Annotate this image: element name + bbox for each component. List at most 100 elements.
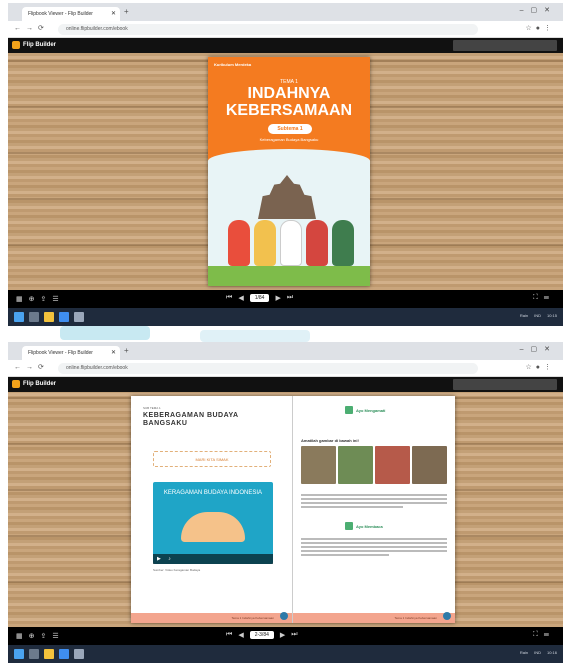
book-cover[interactable]: Kurikulum Merdeka TEMA 1 INDAHNYA KEBERS… (208, 57, 370, 286)
video-caption: Sumber: Video Keragaman Budaya (153, 568, 201, 572)
video-title: KERAGAMAN BUDAYA INDONESIA (163, 490, 263, 496)
toolbar-left-icons[interactable]: ▦⊕⇪☰ (16, 632, 65, 640)
window-controls[interactable]: –▢✕ (520, 345, 557, 353)
address-bar[interactable]: online.flipbuilder.com/ebook (58, 24, 478, 35)
fullscreen-icon[interactable]: ⛶☰ (533, 631, 555, 639)
windows-start-icon[interactable] (14, 649, 24, 659)
footer-text: Tema 1 Indahnya Kebersamaan (394, 616, 437, 620)
taskbar-apps (14, 312, 84, 322)
page-navigation: ⏮ ◀ 1/84 ▶ ⏭ (226, 294, 293, 302)
search-input[interactable] (453, 40, 557, 51)
new-tab-icon[interactable]: + (124, 7, 129, 16)
folder-icon[interactable] (44, 312, 54, 322)
cover-ground (208, 266, 370, 286)
browser-tabbar: Flipbook Viewer - Flip Builder ✕ + –▢✕ (8, 342, 563, 360)
left-page: SUB TEMA 1 KEBERAGAMAN BUDAYA BANGSAKU M… (131, 396, 293, 623)
subtema-tag: SUB TEMA 1 (143, 406, 161, 410)
fullscreen-icon[interactable]: ⛶☰ (533, 294, 555, 302)
app-icon[interactable] (74, 649, 84, 659)
app-logo: Flip Builder (12, 380, 56, 388)
language-indicator[interactable]: IND (534, 313, 541, 318)
child-figure (228, 220, 250, 266)
address-row: ←→⟳ online.flipbuilder.com/ebook ☆●⋮ (8, 21, 563, 38)
last-page-icon[interactable]: ⏭ (287, 294, 293, 302)
cover-subtitle: Keberagaman Budaya Bangsaku (259, 137, 319, 142)
app-icon[interactable] (74, 312, 84, 322)
play-icon[interactable]: ▶ (157, 556, 164, 562)
close-tab-icon[interactable]: ✕ (111, 346, 116, 360)
extension-icons[interactable]: ☆●⋮ (525, 24, 555, 32)
video-player[interactable]: KERAGAMAN BUDAYA INDONESIA ▶ ♪ (153, 482, 273, 564)
footer-text: Tema 1 Indahnya Kebersamaan (231, 616, 274, 620)
tab-title: Flipbook Viewer - Flip Builder (28, 350, 93, 356)
windows-start-icon[interactable] (14, 312, 24, 322)
address-bar[interactable]: online.flipbuilder.com/ebook (58, 363, 478, 374)
address-row: ←→⟳ online.flipbuilder.com/ebook ☆●⋮ (8, 360, 563, 377)
search-icon[interactable] (29, 649, 39, 659)
photo (375, 446, 410, 484)
extension-icons[interactable]: ☆●⋮ (525, 363, 555, 371)
section-title: Ayo Mengamati (356, 407, 386, 413)
photo-strip (301, 446, 447, 484)
weather-status[interactable]: Rain (520, 650, 528, 655)
right-page: Ayo Mengamati Amatilah gambar di bawah i… (293, 396, 455, 623)
background-decoration (200, 330, 310, 342)
book-spread[interactable]: SUB TEMA 1 KEBERAGAMAN BUDAYA BANGSAKU M… (131, 396, 455, 623)
logo-icon (12, 41, 20, 49)
new-tab-icon[interactable]: + (124, 346, 129, 355)
page-footer: Tema 1 Indahnya Kebersamaan (131, 612, 292, 623)
page-indicator[interactable]: 1/84 (249, 294, 270, 302)
flipbook-header: Flip Builder (8, 38, 563, 53)
page-number-badge (280, 612, 288, 620)
browser-tab[interactable]: Flipbook Viewer - Flip Builder ✕ (22, 346, 120, 360)
folder-icon[interactable] (44, 649, 54, 659)
taskbar-apps (14, 649, 84, 659)
prev-page-icon[interactable]: ◀ (238, 294, 243, 302)
logo-icon (12, 380, 20, 388)
browser-tabbar: Flipbook Viewer - Flip Builder ✕ + –▢✕ (8, 3, 563, 21)
cover-publisher: Kurikulum Merdeka (214, 62, 252, 67)
search-input[interactable] (453, 379, 557, 390)
flipbook-toolbar: ▦⊕⇪☰ ⏮ ◀ 1/84 ▶ ⏭ ⛶☰ (8, 290, 563, 308)
toolbar-left-icons[interactable]: ▦⊕⇪☰ (16, 295, 65, 303)
clock[interactable]: 10:16 (547, 650, 557, 655)
photo (301, 446, 336, 484)
app-name: Flip Builder (23, 42, 56, 48)
video-controls[interactable]: ▶ ♪ (153, 554, 273, 564)
app-logo: Flip Builder (12, 41, 56, 49)
page-heading: KEBERAGAMAN BUDAYA BANGSAKU (143, 412, 239, 427)
chrome-icon[interactable] (59, 312, 69, 322)
last-page-icon[interactable]: ⏭ (291, 631, 297, 639)
chrome-icon[interactable] (59, 649, 69, 659)
screenshot-spread: Flipbook Viewer - Flip Builder ✕ + –▢✕ ←→… (8, 342, 563, 663)
clock[interactable]: 10:15 (547, 313, 557, 318)
read-icon (345, 522, 353, 530)
paragraph-text (301, 538, 447, 558)
video-illustration (181, 512, 245, 542)
background-decoration (60, 326, 150, 340)
search-icon[interactable] (29, 312, 39, 322)
cover-title: INDAHNYA KEBERSAMAAN (208, 85, 370, 119)
weather-status[interactable]: Rain (520, 313, 528, 318)
close-tab-icon[interactable]: ✕ (111, 7, 116, 21)
prev-page-icon[interactable]: ◀ (238, 631, 243, 639)
page-number-badge (443, 612, 451, 620)
windows-taskbar: Rain IND 10:16 (8, 645, 563, 663)
page-indicator[interactable]: 2-3/84 (249, 631, 274, 639)
language-indicator[interactable]: IND (534, 650, 541, 655)
window-controls[interactable]: –▢✕ (520, 6, 557, 14)
volume-icon[interactable]: ♪ (168, 556, 174, 562)
navigation-buttons[interactable]: ←→⟳ (14, 24, 49, 32)
app-name: Flip Builder (23, 381, 56, 387)
browser-tab[interactable]: Flipbook Viewer - Flip Builder ✕ (22, 7, 120, 21)
next-page-icon[interactable]: ▶ (275, 294, 280, 302)
first-page-icon[interactable]: ⏮ (226, 294, 232, 302)
navigation-buttons[interactable]: ←→⟳ (14, 363, 49, 371)
section-header-observe: Ayo Mengamati (345, 406, 385, 414)
section-header-read: Ayo Membaca (345, 522, 383, 530)
first-page-icon[interactable]: ⏮ (226, 631, 232, 639)
section-ribbon: MARI KITA SIMAK (153, 451, 271, 467)
book-stage: Kurikulum Merdeka TEMA 1 INDAHNYA KEBERS… (8, 53, 563, 290)
next-page-icon[interactable]: ▶ (280, 631, 285, 639)
child-figure (280, 220, 302, 266)
